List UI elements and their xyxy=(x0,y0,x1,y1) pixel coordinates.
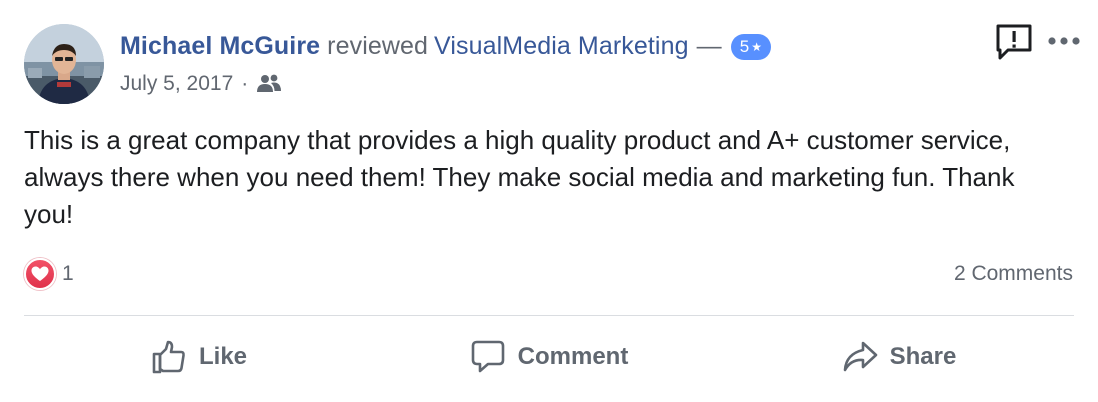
share-arrow-icon xyxy=(843,341,877,372)
avatar-photo xyxy=(24,24,104,104)
thumbs-up-icon xyxy=(152,340,185,374)
more-options-icon[interactable] xyxy=(1044,28,1084,54)
action-divider xyxy=(24,315,1074,316)
comment-button[interactable]: Comment xyxy=(374,324,724,390)
comment-label: Comment xyxy=(517,343,629,370)
report-icon[interactable] xyxy=(994,22,1034,62)
share-label: Share xyxy=(889,343,957,370)
post-meta: July 5, 2017 · xyxy=(120,68,282,100)
header-dash: — xyxy=(696,31,722,60)
post-date[interactable]: July 5, 2017 xyxy=(120,72,233,96)
reaction-count: 1 xyxy=(62,262,74,285)
review-text: This is a great company that provides a … xyxy=(24,125,1015,229)
author-name[interactable]: Michael McGuire xyxy=(120,32,320,61)
like-label: Like xyxy=(198,343,248,370)
rating-badge[interactable]: 5 ★ xyxy=(730,34,772,60)
like-button[interactable]: Like xyxy=(24,324,374,390)
meta-separator: · xyxy=(241,72,249,95)
rating-value: 5 xyxy=(739,37,750,56)
page-name-link[interactable]: VisualMedia Marketing xyxy=(434,32,689,61)
review-verb: reviewed xyxy=(327,31,429,60)
action-bar: Like Comment Share xyxy=(24,324,1074,390)
review-card: Michael McGuire reviewed VisualMedia Mar… xyxy=(0,0,1098,402)
star-icon: ★ xyxy=(751,40,763,54)
review-header: Michael McGuire reviewed VisualMedia Mar… xyxy=(120,28,772,64)
comment-bubble-icon xyxy=(471,340,504,373)
avatar[interactable] xyxy=(24,24,104,104)
friends-icon[interactable] xyxy=(256,74,282,94)
reactions-summary[interactable]: 1 xyxy=(24,258,74,290)
heart-icon xyxy=(24,258,56,290)
comments-count-link[interactable]: 2 Comments xyxy=(954,258,1073,290)
share-button[interactable]: Share xyxy=(724,324,1074,390)
